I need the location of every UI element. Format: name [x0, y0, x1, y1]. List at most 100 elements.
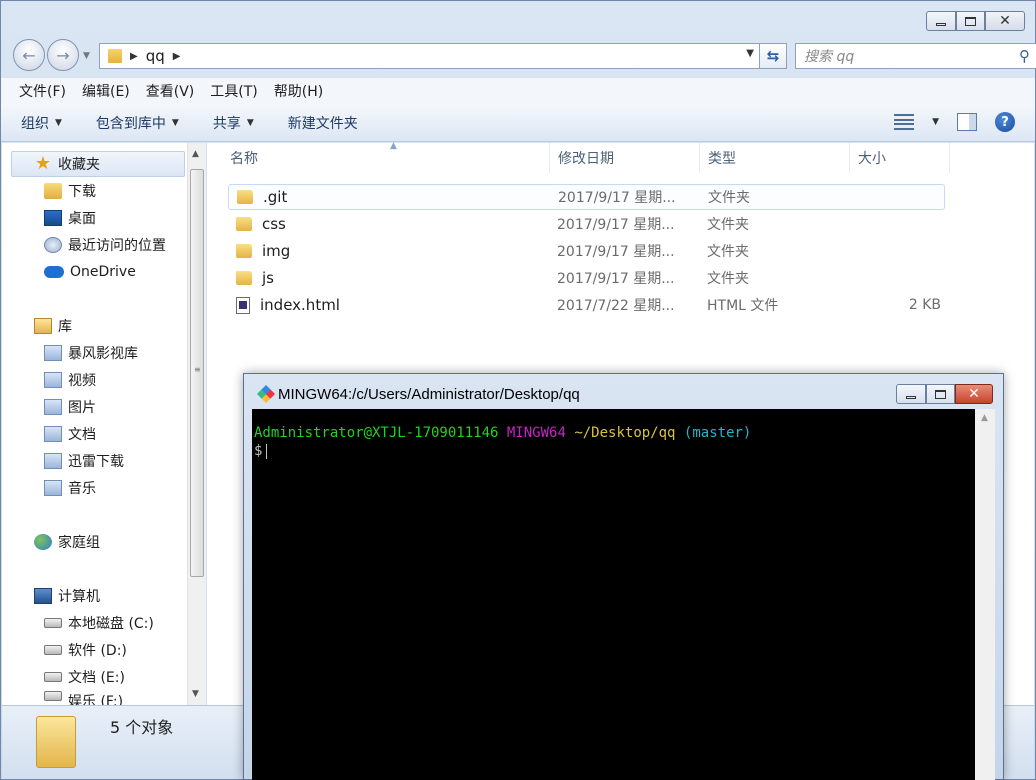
scroll-up-icon[interactable]: ▲: [192, 149, 199, 159]
prompt-symbol: $: [254, 443, 263, 459]
forward-button[interactable]: →: [47, 39, 79, 71]
nav-label: 音乐: [68, 481, 96, 497]
nav-label: 文档 (E:): [68, 670, 125, 686]
breadcrumb-arrow-icon[interactable]: ▶: [130, 51, 138, 62]
nav-item-onedrive[interactable]: OneDrive: [44, 259, 136, 285]
nav-item-videos[interactable]: 视频: [44, 367, 96, 393]
file-row[interactable]: index.html 2017/7/22 星期... HTML 文件 2 KB: [228, 292, 945, 318]
share-button[interactable]: 共享 ▼: [213, 113, 254, 133]
nav-item-drive-d[interactable]: 软件 (D:): [44, 637, 127, 663]
recent-places-icon: [44, 237, 62, 253]
terminal-screen[interactable]: Administrator@XTJL-1709011146 MINGW64 ~/…: [252, 409, 975, 780]
cloud-icon: [44, 266, 64, 278]
column-label: 名称: [230, 151, 258, 167]
nav-item-thunder-downloads[interactable]: 迅雷下载: [44, 448, 124, 474]
column-header-modified[interactable]: 修改日期: [550, 143, 700, 173]
column-header-size[interactable]: 大小: [850, 143, 950, 173]
prompt-user: Administrator@XTJL-1709011146: [254, 425, 499, 441]
terminal-minimize-button[interactable]: [896, 384, 926, 404]
nav-item-storm-library[interactable]: 暴风影视库: [44, 340, 138, 366]
menu-edit[interactable]: 编辑(E): [74, 81, 138, 101]
preview-pane-icon[interactable]: [957, 113, 977, 131]
terminal-title: MINGW64:/c/Users/Administrator/Desktop/q…: [278, 386, 580, 403]
file-row[interactable]: .git 2017/9/17 星期... 文件夹: [228, 184, 945, 210]
nav-item-desktop[interactable]: 桌面: [44, 205, 96, 231]
nav-label: OneDrive: [70, 264, 136, 280]
view-options-icon[interactable]: [894, 114, 915, 130]
file-type: 文件夹: [707, 271, 749, 287]
nav-item-favorites[interactable]: ★ 收藏夹: [11, 151, 185, 177]
file-size: 2 KB: [908, 297, 941, 313]
scroll-down-icon[interactable]: ▼: [192, 689, 199, 699]
address-row: ← → ▼ ▶ qq ▶ ▼ ⇆ 搜索 qq ⚲: [11, 39, 1036, 71]
column-header-name[interactable]: 名称 ▲: [222, 141, 550, 173]
file-row[interactable]: img 2017/9/17 星期... 文件夹: [228, 238, 945, 264]
search-icon[interactable]: ⚲: [1019, 47, 1030, 65]
maximize-icon: [935, 389, 946, 399]
nav-item-pictures[interactable]: 图片: [44, 394, 96, 420]
nav-item-recent[interactable]: 最近访问的位置: [44, 232, 166, 258]
refresh-button[interactable]: ⇆: [759, 43, 787, 69]
nav-label: 库: [58, 319, 72, 335]
breadcrumb-arrow-icon[interactable]: ▶: [173, 51, 181, 62]
folder-icon: [236, 217, 252, 231]
close-button[interactable]: ✕: [985, 11, 1025, 31]
item-count: 5 个对象: [110, 718, 174, 737]
nav-label: 文档: [68, 427, 96, 443]
folder-icon: [237, 190, 253, 204]
file-row[interactable]: css 2017/9/17 星期... 文件夹: [228, 211, 945, 237]
file-row[interactable]: js 2017/9/17 星期... 文件夹: [228, 265, 945, 291]
nav-item-drive-c[interactable]: 本地磁盘 (C:): [44, 610, 154, 636]
file-name: index.html: [260, 296, 340, 314]
nav-item-homegroup[interactable]: 家庭组: [34, 529, 100, 555]
back-button[interactable]: ←: [13, 39, 45, 71]
folder-icon: [236, 244, 252, 258]
search-input[interactable]: 搜索 qq ⚲: [795, 43, 1036, 69]
file-type: HTML 文件: [707, 298, 779, 314]
nav-item-downloads[interactable]: 下载: [44, 178, 96, 204]
menu-file[interactable]: 文件(F): [11, 81, 74, 101]
drive-icon: [44, 691, 62, 701]
chevron-down-icon: ▼: [55, 117, 62, 128]
menu-view[interactable]: 查看(V): [138, 81, 203, 101]
file-type: 文件夹: [707, 217, 749, 233]
nav-item-drive-e[interactable]: 文档 (E:): [44, 664, 125, 690]
column-header-type[interactable]: 类型: [700, 143, 850, 173]
nav-item-documents[interactable]: 文档: [44, 421, 96, 447]
terminal-close-button[interactable]: ✕: [955, 384, 993, 404]
menu-tools[interactable]: 工具(T): [202, 81, 265, 101]
breadcrumb-item[interactable]: qq: [146, 47, 165, 65]
organize-button[interactable]: 组织 ▼: [21, 113, 62, 133]
recent-pages-dropdown[interactable]: ▼: [83, 51, 90, 61]
new-folder-button[interactable]: 新建文件夹: [288, 113, 358, 133]
nav-item-drive-f[interactable]: 娱乐 (F:): [44, 691, 123, 705]
address-dropdown-icon[interactable]: ▼: [746, 48, 754, 59]
nav-label: 软件 (D:): [68, 643, 127, 659]
nav-item-libraries[interactable]: 库: [34, 313, 72, 339]
menu-help[interactable]: 帮助(H): [266, 81, 331, 101]
prompt-line: Administrator@XTJL-1709011146 MINGW64 ~/…: [254, 424, 973, 442]
nav-item-music[interactable]: 音乐: [44, 475, 96, 501]
nav-scrollbar[interactable]: ▲ ≡ ▼: [187, 143, 206, 705]
file-name-cell: img: [236, 242, 290, 260]
folder-icon: [36, 716, 76, 768]
terminal-scrollbar[interactable]: ▲: [975, 409, 995, 780]
minimize-button[interactable]: [926, 11, 956, 31]
maximize-button[interactable]: [956, 11, 985, 31]
terminal-maximize-button[interactable]: [926, 384, 955, 404]
help-icon[interactable]: ?: [995, 112, 1015, 132]
address-bar[interactable]: ▶ qq ▶ ▼: [99, 43, 761, 69]
chevron-down-icon: ▼: [246, 117, 254, 128]
folder-icon: [236, 271, 252, 285]
desktop-icon: [44, 210, 62, 226]
scroll-up-icon[interactable]: ▲: [981, 413, 988, 423]
nav-item-computer[interactable]: 计算机: [34, 583, 100, 609]
close-icon: ✕: [968, 386, 980, 402]
text-cursor: [266, 443, 268, 459]
nav-label: 娱乐 (F:): [68, 694, 124, 705]
arrow-left-icon: ←: [22, 45, 36, 65]
nav-label: 下载: [68, 184, 96, 200]
library-icon: [34, 318, 52, 334]
view-dropdown-icon[interactable]: ▼: [932, 117, 939, 127]
include-in-library-button[interactable]: 包含到库中 ▼: [96, 113, 179, 133]
